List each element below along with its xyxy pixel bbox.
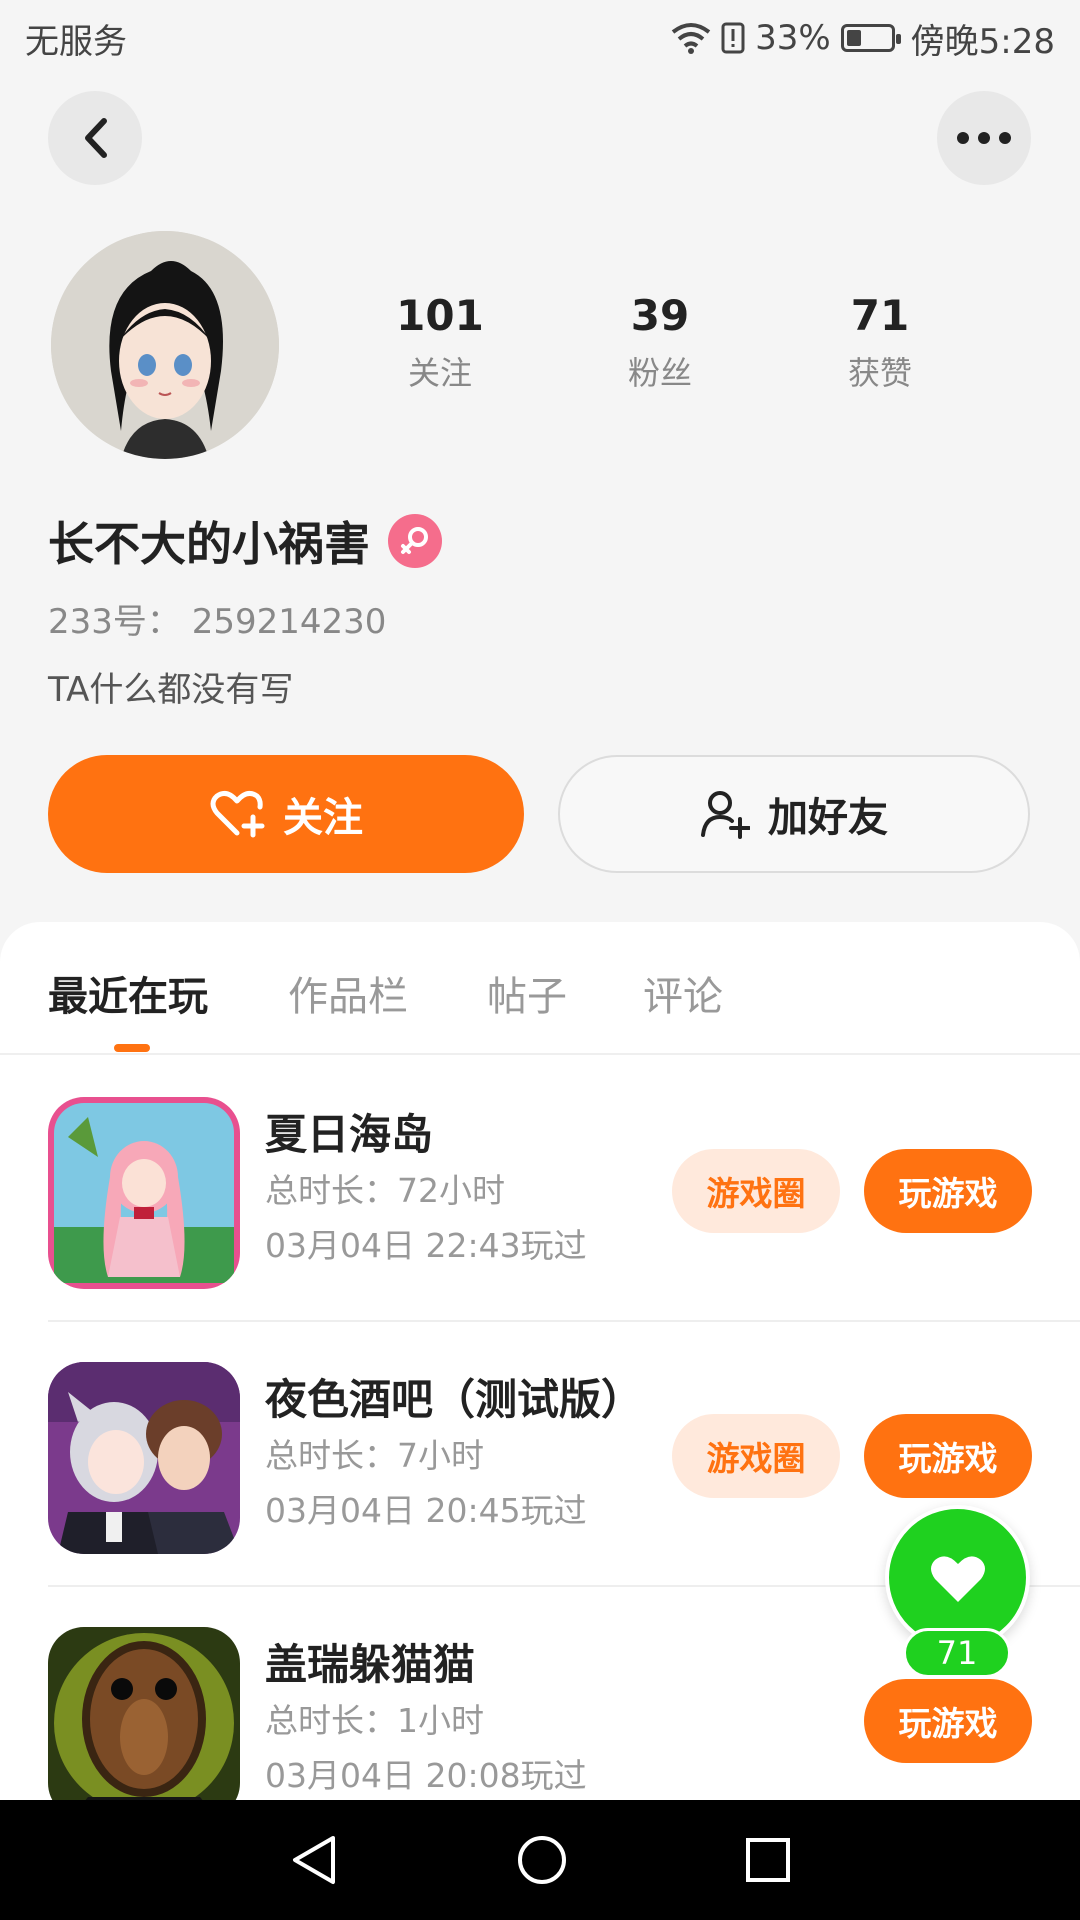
add-friend-button-label: 加好友 [768, 795, 888, 841]
game-title: 盖瑞躲猫猫 [265, 1640, 476, 1689]
stat-value: 101 [396, 291, 484, 340]
game-duration: 总时长：7小时 [265, 1436, 484, 1475]
system-nav-bar [0, 1800, 1080, 1920]
game-last-played: 03月04日 20:45玩过 [265, 1491, 587, 1530]
more-options-button[interactable] [937, 91, 1031, 185]
user-id: 233号： 259214230 [48, 602, 387, 642]
username: 长不大的小祸害 [48, 517, 370, 571]
stat-value: 71 [850, 291, 910, 340]
tab-comments[interactable]: 评论 [643, 964, 723, 1022]
nav-home-icon[interactable] [516, 1834, 568, 1886]
game-meta: 总时长：7小时 03月04日 20:45玩过 [265, 1428, 587, 1538]
game-duration: 总时长：1小时 [265, 1701, 484, 1740]
tab-bar: 最近在玩 作品栏 帖子 评论 [0, 922, 1080, 1055]
heart-icon [930, 1555, 985, 1602]
sim-alert-icon [721, 22, 745, 54]
add-user-icon [701, 791, 750, 839]
game-list-item[interactable]: 夏日海岛 总时长：72小时 03月04日 22:43玩过 游戏圈 玩游戏 [0, 1057, 1080, 1322]
status-bar: 无服务 33% 傍晚5:28 [0, 0, 1080, 76]
content-panel: 最近在玩 作品栏 帖子 评论 夏日海岛 总时长：72小时 03月04日 22:4… [0, 922, 1080, 1920]
avatar-illustration [51, 231, 279, 459]
game-icon [48, 1097, 240, 1289]
follow-button-label: 关注 [283, 795, 363, 841]
user-bio: TA什么都没有写 [48, 670, 294, 710]
back-button[interactable] [48, 91, 142, 185]
game-icon [48, 1627, 240, 1819]
heart-plus-icon [210, 790, 265, 838]
active-tab-indicator [114, 1044, 150, 1052]
stat-label: 粉丝 [627, 354, 692, 392]
stat-value: 39 [630, 291, 690, 340]
stat-likes[interactable]: 71 获赞 [770, 290, 990, 394]
game-duration: 总时长：72小时 [265, 1171, 505, 1210]
nav-recents-icon[interactable] [745, 1837, 791, 1883]
play-game-button[interactable]: 玩游戏 [864, 1679, 1032, 1763]
game-last-played: 03月04日 22:43玩过 [265, 1226, 587, 1265]
follow-button[interactable]: 关注 [48, 755, 524, 873]
stat-label: 获赞 [847, 354, 912, 392]
play-game-button[interactable]: 玩游戏 [864, 1414, 1032, 1498]
wifi-icon [671, 23, 711, 54]
profile-stats: 101 关注 39 粉丝 71 获赞 [330, 290, 990, 394]
chevron-left-icon [85, 118, 107, 158]
nav-back-icon[interactable] [289, 1834, 339, 1886]
add-friend-button[interactable]: 加好友 [558, 755, 1030, 873]
game-title: 夜色酒吧（测试版） [265, 1375, 644, 1424]
more-dots-icon [957, 132, 1011, 144]
game-circle-button[interactable]: 游戏圈 [672, 1414, 840, 1498]
carrier-text: 无服务 [25, 21, 127, 62]
like-count-badge: 71 [903, 1628, 1011, 1678]
stat-fans[interactable]: 39 粉丝 [550, 290, 770, 394]
status-icons: 33% 傍晚5:28 [671, 14, 1055, 63]
stat-following[interactable]: 101 关注 [330, 290, 550, 394]
tab-posts[interactable]: 帖子 [487, 964, 567, 1022]
game-title: 夏日海岛 [265, 1110, 434, 1159]
tab-recently-played[interactable]: 最近在玩 [48, 964, 208, 1022]
game-meta: 总时长：1小时 03月04日 20:08玩过 [265, 1693, 587, 1803]
play-game-button[interactable]: 玩游戏 [864, 1149, 1032, 1233]
battery-icon [840, 24, 901, 52]
female-gender-icon [388, 514, 442, 568]
clock-text: 傍晚5:28 [910, 21, 1055, 62]
username-row: 长不大的小祸害 [48, 508, 442, 574]
battery-percent: 33% [755, 18, 831, 58]
game-meta: 总时长：72小时 03月04日 22:43玩过 [265, 1163, 587, 1273]
stat-label: 关注 [407, 354, 472, 392]
game-icon [48, 1362, 240, 1554]
battery-fill [846, 30, 861, 46]
tab-works[interactable]: 作品栏 [288, 964, 408, 1022]
game-last-played: 03月04日 20:08玩过 [265, 1756, 587, 1795]
game-circle-button[interactable]: 游戏圈 [672, 1149, 840, 1233]
avatar[interactable] [51, 231, 279, 459]
